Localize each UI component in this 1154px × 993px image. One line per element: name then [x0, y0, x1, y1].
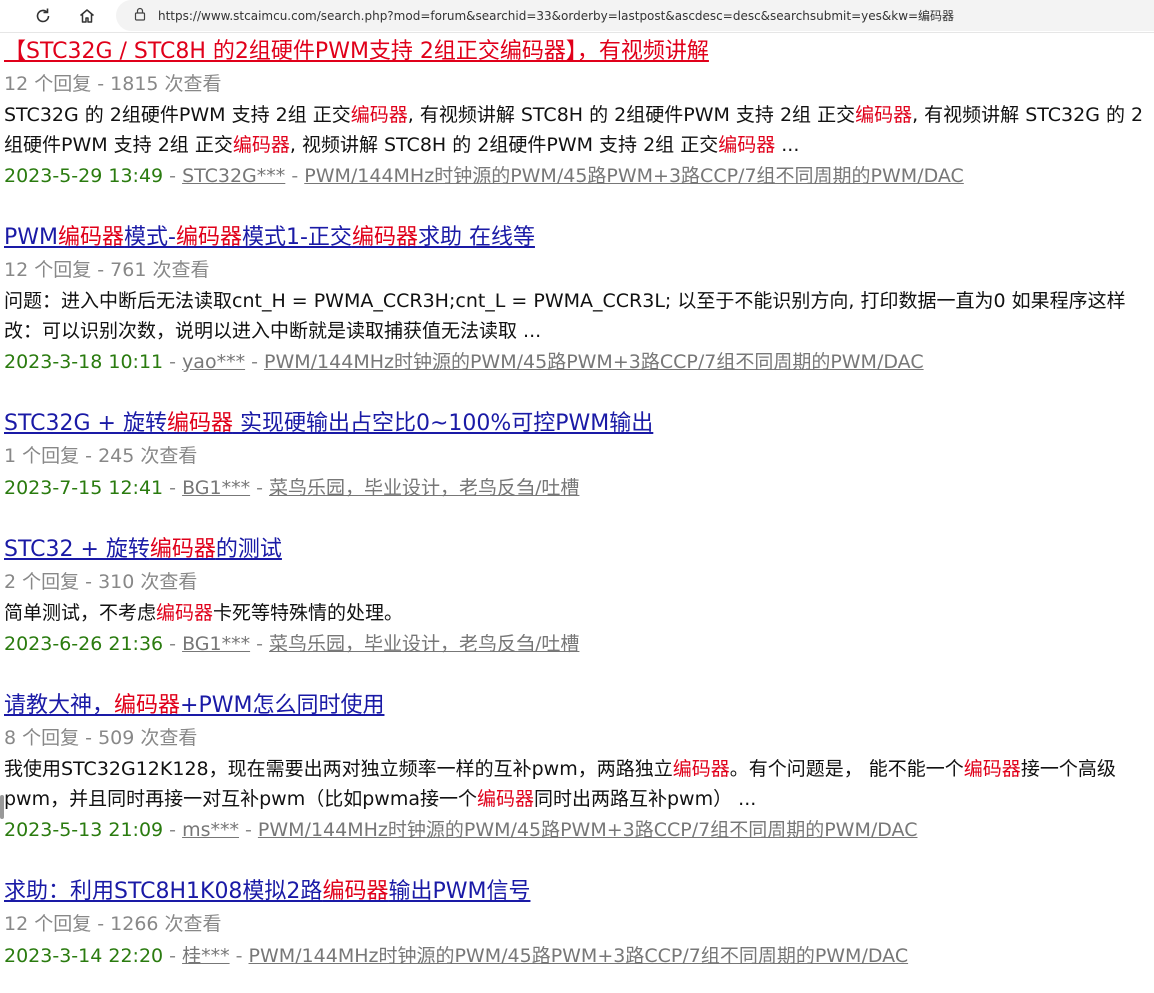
browser-toolbar: https://www.stcaimcu.com/search.php?mod=… — [0, 0, 1154, 33]
keyword-highlight: 编码器 — [351, 225, 418, 250]
author-link[interactable]: ms*** — [182, 819, 239, 841]
post-date: 2023-6-26 21:36 — [4, 633, 164, 655]
result-title-link[interactable]: 请教大神，编码器+PWM怎么同时使用 — [4, 690, 384, 722]
snippet-text: STC32G 的 2组硬件PWM 支持 2组 正交 — [4, 104, 351, 126]
forum-link[interactable]: 菜鸟乐园，毕业设计，老鸟反刍/吐槽 — [269, 477, 579, 499]
reply-view-count: 12 个回复 - 1815 次查看 — [4, 73, 222, 95]
title-text: 模式1-正交 — [242, 225, 352, 250]
keyword-highlight: 编码器 — [350, 104, 408, 126]
reply-view-count: 12 个回复 - 761 次查看 — [4, 259, 210, 281]
scroll-indicator[interactable] — [0, 795, 4, 819]
forum-link[interactable]: PWM/144MHz时钟源的PWM/45路PWM+3路CCP/7组不同周期的PW… — [264, 351, 924, 373]
result-info: 2023-6-26 21:36 - BG1*** - 菜鸟乐园，毕业设计，老鸟反… — [4, 633, 580, 655]
search-result: 求助：利用STC8H1K08模拟2路编码器输出PWM信号 12 个回复 - 126… — [4, 876, 1154, 972]
post-date: 2023-3-18 10:11 — [4, 351, 164, 373]
keyword-highlight: 编码器 — [963, 758, 1021, 780]
home-icon[interactable] — [72, 2, 102, 30]
forum-link[interactable]: PWM/144MHz时钟源的PWM/45路PWM+3路CCP/7组不同周期的PW… — [249, 945, 909, 967]
search-result: PWM编码器模式-编码器模式1-正交编码器求助 在线等 12 个回复 - 761 … — [4, 222, 1154, 378]
keyword-highlight: 编码器 — [114, 693, 181, 718]
title-text: 输出PWM信号 — [388, 879, 531, 904]
title-text: +PWM怎么同时使用 — [180, 693, 385, 718]
post-date: 2023-7-15 12:41 — [4, 477, 164, 499]
snippet-text: 卡死等特殊情的处理。 — [213, 602, 404, 624]
title-text: 实现硬输出占空比0~100%可控PWM输出 — [232, 411, 654, 436]
author-link[interactable]: yao*** — [182, 351, 245, 373]
title-text: PWM — [4, 225, 59, 250]
keyword-highlight: 编码器 — [149, 537, 216, 562]
keyword-highlight: 编码器 — [166, 411, 233, 436]
snippet-text: 同时出两路互补pwm） ... — [534, 788, 757, 810]
snippet-text: 。有个问题是， 能不能一个 — [729, 758, 964, 780]
reply-view-count: 1 个回复 - 245 次查看 — [4, 445, 198, 467]
keyword-highlight: 编码器 — [855, 104, 913, 126]
lock-icon — [134, 6, 146, 25]
reply-view-count: 2 个回复 - 310 次查看 — [4, 571, 198, 593]
snippet-text: 简单测试，不考虑 — [4, 602, 157, 624]
forum-link[interactable]: 菜鸟乐园，毕业设计，老鸟反刍/吐槽 — [269, 633, 579, 655]
title-text: 的测试 — [215, 537, 282, 562]
search-result: STC32G + 旋转编码器 实现硬输出占空比0~100%可控PWM输出 1 个回… — [4, 408, 1154, 504]
result-title-link[interactable]: STC32G + 旋转编码器 实现硬输出占空比0~100%可控PWM输出 — [4, 408, 653, 440]
search-result: 请教大神，编码器+PWM怎么同时使用 8 个回复 - 509 次查看 我使用STC3… — [4, 690, 1154, 846]
snippet-text: , 视频讲解 STC8H 的 2组硬件PWM 支持 2组 正交 — [289, 134, 719, 156]
url-text[interactable]: https://www.stcaimcu.com/search.php?mod=… — [158, 7, 954, 24]
result-snippet: 简单测试，不考虑编码器卡死等特殊情的处理。 — [4, 598, 1149, 628]
result-title-link[interactable]: 求助：利用STC8H1K08模拟2路编码器输出PWM信号 — [4, 876, 530, 908]
keyword-highlight: 编码器 — [322, 879, 389, 904]
title-text: STC32 + 旋转 — [4, 537, 150, 562]
author-link[interactable]: STC32G*** — [182, 165, 285, 187]
result-title-link[interactable]: PWM编码器模式-编码器模式1-正交编码器求助 在线等 — [4, 222, 535, 254]
title-text: STC32G + 旋转 — [4, 411, 167, 436]
author-link[interactable]: BG1*** — [182, 633, 250, 655]
result-info: 2023-5-29 13:49 - STC32G*** - PWM/144MHz… — [4, 165, 964, 187]
result-snippet: 我使用STC32G12K128，现在需要出两对独立频率一样的互补pwm，两路独立… — [4, 754, 1149, 814]
result-snippet: STC32G 的 2组硬件PWM 支持 2组 正交编码器, 有视频讲解 STC8… — [4, 100, 1149, 160]
post-date: 2023-3-14 22:20 — [4, 945, 164, 967]
title-text: 【STC32G / STC8H 的2组硬件PWM支持 2组正交编码器】，有视频讲… — [4, 39, 709, 64]
result-info: 2023-7-15 12:41 - BG1*** - 菜鸟乐园，毕业设计，老鸟反… — [4, 477, 580, 499]
title-text: 模式- — [124, 225, 176, 250]
search-result: 【STC32G / STC8H 的2组硬件PWM支持 2组正交编码器】，有视频讲… — [4, 36, 1154, 192]
result-info: 2023-5-13 21:09 - ms*** - PWM/144MHz时钟源的… — [4, 819, 918, 841]
reply-view-count: 8 个回复 - 509 次查看 — [4, 727, 198, 749]
result-title-link[interactable]: 【STC32G / STC8H 的2组硬件PWM支持 2组正交编码器】，有视频讲… — [4, 36, 709, 68]
keyword-highlight: 编码器 — [156, 602, 214, 624]
address-bar[interactable]: https://www.stcaimcu.com/search.php?mod=… — [116, 0, 1154, 31]
search-results: 【STC32G / STC8H 的2组硬件PWM支持 2组正交编码器】，有视频讲… — [0, 33, 1154, 972]
result-snippet: 问题：进入中断后无法读取cnt_H = PWMA_CCR3H;cnt_L = P… — [4, 286, 1149, 346]
keyword-highlight: 编码器 — [58, 225, 125, 250]
author-link[interactable]: BG1*** — [182, 477, 250, 499]
forum-link[interactable]: PWM/144MHz时钟源的PWM/45路PWM+3路CCP/7组不同周期的PW… — [304, 165, 964, 187]
result-title-link[interactable]: STC32 + 旋转编码器的测试 — [4, 534, 282, 566]
search-result: STC32 + 旋转编码器的测试 2 个回复 - 310 次查看 简单测试，不考虑编… — [4, 534, 1154, 660]
author-link[interactable]: 桂*** — [182, 945, 230, 967]
snippet-text: 我使用STC32G12K128，现在需要出两对独立频率一样的互补pwm，两路独立 — [4, 758, 673, 780]
title-text: 求助 在线等 — [417, 225, 535, 250]
result-info: 2023-3-18 10:11 - yao*** - PWM/144MHz时钟源… — [4, 351, 924, 373]
reply-view-count: 12 个回复 - 1266 次查看 — [4, 913, 222, 935]
title-text: 求助：利用STC8H1K08模拟2路 — [4, 879, 323, 904]
keyword-highlight: 编码器 — [476, 788, 534, 810]
forum-link[interactable]: PWM/144MHz时钟源的PWM/45路PWM+3路CCP/7组不同周期的PW… — [258, 819, 918, 841]
keyword-highlight: 编码器 — [672, 758, 730, 780]
keyword-highlight: 编码器 — [232, 134, 290, 156]
keyword-highlight: 编码器 — [718, 134, 776, 156]
reload-icon[interactable] — [28, 2, 58, 30]
result-info: 2023-3-14 22:20 - 桂*** - PWM/144MHz时钟源的P… — [4, 945, 909, 967]
post-date: 2023-5-29 13:49 — [4, 165, 164, 187]
snippet-text: , 有视频讲解 STC8H 的 2组硬件PWM 支持 2组 正交 — [407, 104, 856, 126]
post-date: 2023-5-13 21:09 — [4, 819, 164, 841]
title-text: 请教大神， — [4, 693, 115, 718]
keyword-highlight: 编码器 — [175, 225, 242, 250]
snippet-text: 问题：进入中断后无法读取cnt_H = PWMA_CCR3H;cnt_L = P… — [4, 290, 1126, 342]
snippet-text: ... — [775, 134, 800, 156]
